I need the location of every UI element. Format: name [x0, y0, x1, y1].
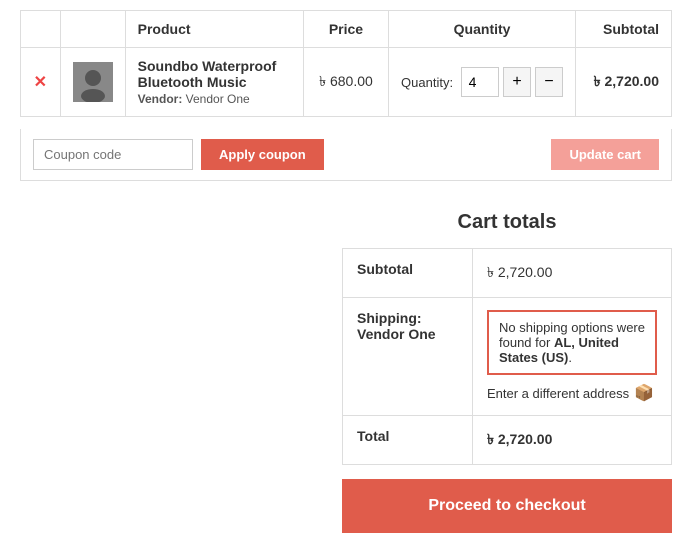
- product-cell: Soundbo Waterproof Bluetooth Music Vendo…: [125, 48, 303, 117]
- cart-totals-section: Cart totals Subtotal ৳ 2,720.00 Shipping…: [20, 211, 672, 533]
- thumbnail-cell: [60, 48, 125, 117]
- shipping-value-cell: No shipping options were found for AL, U…: [473, 298, 672, 416]
- quantity-cell: Quantity: + −: [389, 48, 576, 117]
- subtotal-row: Subtotal ৳ 2,720.00: [343, 249, 672, 298]
- total-value: ৳ 2,720.00: [473, 416, 672, 465]
- vendor-label: Vendor:: [138, 92, 183, 106]
- table-row: ✕ Soundbo Waterproof Bluetooth Music Ven…: [21, 48, 672, 117]
- col-header-quantity: Quantity: [389, 11, 576, 48]
- quantity-label: Quantity:: [401, 75, 453, 90]
- coupon-row: Apply coupon Update cart: [20, 129, 672, 181]
- subtotal-cell: ৳ 2,720.00: [576, 48, 672, 117]
- cart-totals-box: Cart totals Subtotal ৳ 2,720.00 Shipping…: [342, 211, 672, 533]
- product-image-svg: [73, 62, 113, 102]
- coupon-left: Apply coupon: [33, 139, 324, 170]
- remove-item-button[interactable]: ✕: [34, 72, 47, 92]
- subtotal-label: Subtotal: [343, 249, 473, 298]
- price-cell: ৳ 680.00: [303, 48, 388, 117]
- shipping-notice-box: No shipping options were found for AL, U…: [487, 310, 657, 375]
- quantity-control: Quantity: + −: [401, 67, 563, 97]
- shipping-label-line1: Shipping:: [357, 310, 422, 326]
- quantity-input[interactable]: [461, 67, 499, 97]
- quantity-increase-button[interactable]: +: [503, 67, 531, 97]
- col-header-price: Price: [303, 11, 388, 48]
- product-vendor: Vendor: Vendor One: [138, 92, 250, 106]
- different-address-link[interactable]: Enter a different address 📦: [487, 383, 657, 403]
- total-row: Total ৳ 2,720.00: [343, 416, 672, 465]
- col-header-product: Product: [125, 11, 303, 48]
- total-label: Total: [343, 416, 473, 465]
- apply-coupon-button[interactable]: Apply coupon: [201, 139, 324, 170]
- subtotal-value: ৳ 2,720.00: [473, 249, 672, 298]
- shipping-row: Shipping: Vendor One No shipping options…: [343, 298, 672, 416]
- col-header-subtotal: Subtotal: [576, 11, 672, 48]
- cart-table: Product Price Quantity Subtotal ✕ So: [20, 10, 672, 117]
- col-header-thumb: [60, 11, 125, 48]
- location-icon: 📦: [634, 383, 654, 403]
- shipping-vendor-label: Vendor One: [357, 326, 436, 342]
- remove-cell: ✕: [21, 48, 61, 117]
- coupon-input[interactable]: [33, 139, 193, 170]
- totals-table: Subtotal ৳ 2,720.00 Shipping: Vendor One…: [342, 248, 672, 465]
- update-cart-button[interactable]: Update cart: [551, 139, 659, 170]
- product-subtotal: ৳ 2,720.00: [594, 73, 659, 89]
- product-thumbnail: [73, 62, 113, 102]
- diff-address-text: Enter a different address: [487, 386, 629, 401]
- product-name: Soundbo Waterproof Bluetooth Music: [138, 58, 291, 90]
- shipping-suffix: .: [568, 350, 572, 365]
- vendor-name: Vendor One: [186, 92, 250, 106]
- quantity-decrease-button[interactable]: −: [535, 67, 563, 97]
- shipping-label: Shipping: Vendor One: [343, 298, 473, 416]
- product-price: ৳ 680.00: [319, 73, 373, 89]
- cart-totals-title: Cart totals: [342, 211, 672, 234]
- proceed-to-checkout-button[interactable]: Proceed to checkout: [342, 479, 672, 533]
- col-header-remove: [21, 11, 61, 48]
